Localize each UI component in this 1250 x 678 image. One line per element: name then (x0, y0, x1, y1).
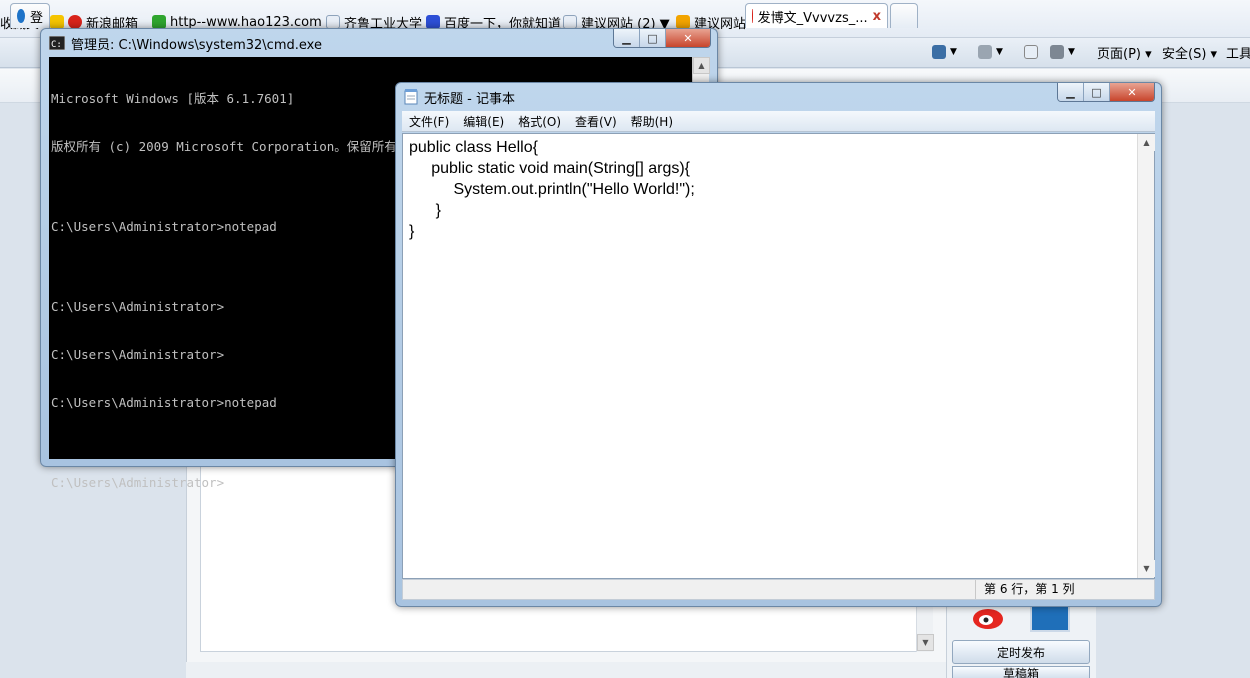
notepad-titlebar[interactable]: 无标题 - 记事本 (396, 83, 1161, 111)
drafts-label: 草稿箱 (1002, 667, 1039, 678)
baidu-icon (426, 15, 440, 29)
scroll-up-arrow-icon[interactable]: ▲ (693, 57, 710, 74)
minimize-button[interactable]: ▁ (1058, 83, 1084, 101)
page-menu-label: 页面(P) ▾ (1097, 46, 1152, 62)
sina-icon (68, 15, 82, 29)
maximize-icon: □ (647, 31, 658, 45)
maximize-button[interactable]: □ (640, 29, 666, 47)
cmd-caption-buttons: ▁ □ ✕ (613, 29, 711, 48)
weibo-icon[interactable] (970, 604, 1006, 632)
blog-editor-footer (186, 662, 946, 678)
notepad-text-area[interactable]: public class Hello{ public static void m… (402, 133, 1155, 579)
tools-menu[interactable]: 工具 (1226, 42, 1250, 62)
print-icon (1050, 45, 1064, 59)
page-menu[interactable]: 页面(P) ▾ (1097, 42, 1152, 62)
console-line: 版权所有 (c) 2009 Microsoft Corporation。保留所有… (51, 139, 435, 154)
maximize-button[interactable]: □ (1084, 83, 1110, 101)
rss-icon (978, 45, 992, 59)
close-icon: ✕ (1127, 85, 1137, 99)
minimize-icon: ▁ (622, 31, 631, 45)
safety-menu-label: 安全(S) ▾ (1162, 46, 1218, 62)
scheduled-publish-button[interactable]: 定时发布 (952, 640, 1090, 664)
menu-file[interactable]: 文件(F) (402, 113, 456, 130)
bing-icon (676, 15, 690, 29)
console-line: C:\Users\Administrator> (51, 299, 225, 314)
console-text: Microsoft Windows [版本 6.1.7601] 版权所有 (c)… (51, 59, 434, 523)
tab-close-icon[interactable]: x (873, 9, 881, 24)
console-icon: C: (49, 36, 65, 50)
menu-view[interactable]: 查看(V) (568, 113, 624, 130)
console-line: C:\Users\Administrator> (51, 475, 225, 490)
cmd-title: 管理员: C:\Windows\system32\cmd.exe (71, 37, 322, 53)
publish-label: 定时发布 (996, 645, 1045, 660)
minimize-button[interactable]: ▁ (614, 29, 640, 47)
console-line: C:\Users\Administrator>notepad (51, 395, 277, 410)
close-button[interactable]: ✕ (666, 29, 710, 47)
mail-icon (1024, 45, 1038, 59)
tools-menu-label: 工具 (1226, 46, 1250, 62)
ie-icon (17, 9, 25, 23)
console-line: C:\Users\Administrator> (51, 347, 225, 362)
menu-edit[interactable]: 编辑(E) (456, 113, 511, 130)
cursor-position: 第 6 行，第 1 列 (975, 580, 1155, 599)
menu-format[interactable]: 格式(O) (511, 113, 568, 130)
sina-icon (752, 9, 753, 23)
console-line: Microsoft Windows [版本 6.1.7601] (51, 91, 295, 106)
scroll-up-arrow-icon[interactable]: ▲ (1138, 134, 1155, 151)
notepad-title: 无标题 - 记事本 (424, 91, 515, 107)
feeds-button[interactable]: ▼ (978, 42, 1003, 62)
home-button[interactable]: ▼ (932, 42, 957, 62)
scroll-down-arrow-icon[interactable]: ▼ (917, 634, 934, 651)
browser-tab-login[interactable]: 登 (10, 3, 50, 28)
close-icon: ✕ (683, 31, 693, 45)
mail-button[interactable] (1024, 42, 1038, 62)
print-button[interactable]: ▼ (1050, 42, 1075, 62)
safety-menu[interactable]: 安全(S) ▾ (1162, 42, 1217, 62)
notepad-content[interactable]: public class Hello{ public static void m… (409, 137, 695, 242)
notepad-window[interactable]: 无标题 - 记事本 ▁ □ ✕ 文件(F) 编辑(E) 格式(O) 查看(V) … (395, 82, 1162, 607)
scroll-down-arrow-icon[interactable]: ▼ (1138, 560, 1155, 577)
notepad-menubar: 文件(F) 编辑(E) 格式(O) 查看(V) 帮助(H) (402, 111, 1155, 132)
page-icon (326, 15, 340, 29)
check-icon (152, 15, 166, 29)
close-button[interactable]: ✕ (1110, 83, 1154, 101)
browser-tab-blog-post[interactable]: 发博文_Vvvvzs_... x (745, 3, 888, 28)
notepad-statusbar: 第 6 行，第 1 列 (402, 579, 1155, 600)
notepad-scrollbar[interactable]: ▲ ▼ (1137, 134, 1155, 578)
drafts-button[interactable]: 草稿箱 (952, 666, 1090, 678)
new-tab-button[interactable] (890, 3, 918, 28)
svg-text:C:: C: (51, 40, 62, 50)
windows-live-icon[interactable] (1030, 604, 1070, 632)
home-icon (932, 45, 946, 59)
tab-label: 登 (29, 10, 43, 26)
page-icon (563, 15, 577, 29)
menu-help[interactable]: 帮助(H) (624, 113, 680, 130)
notepad-caption-buttons: ▁ □ ✕ (1057, 83, 1155, 102)
maximize-icon: □ (1091, 85, 1102, 99)
notepad-icon (404, 89, 418, 105)
tab-label: 发博文_Vvvvzs_... (757, 10, 868, 26)
console-line: C:\Users\Administrator>notepad (51, 219, 277, 234)
minimize-icon: ▁ (1066, 85, 1075, 99)
star-icon (50, 15, 64, 29)
